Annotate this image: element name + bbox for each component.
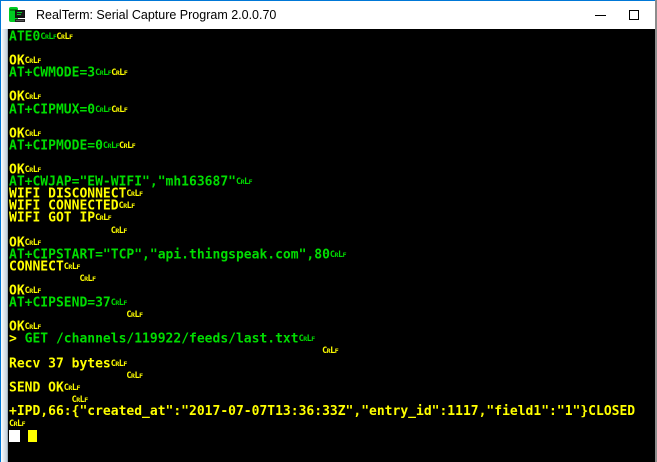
crlf-marker: CRLF <box>126 310 142 320</box>
crlf-marker: CRLF <box>111 359 127 369</box>
terminal-text: AT+CIPMUX=0 <box>9 102 95 117</box>
terminal-line: ATE0CRLFCRLF <box>9 31 655 43</box>
crlf-marker: CRLF <box>236 177 252 187</box>
minimize-icon <box>595 15 606 16</box>
crlf-marker: CRLF <box>126 371 142 381</box>
terminal-text: +IPD,66:{"created_at":"2017-07-07T13:36:… <box>9 404 635 419</box>
terminal-line <box>9 116 655 128</box>
crlf-marker: CRLF <box>79 274 95 284</box>
terminal-line: AT+CWMODE=3CRLFCRLF <box>9 67 655 79</box>
minimize-button[interactable] <box>583 3 617 27</box>
maximize-button[interactable] <box>617 3 651 27</box>
window-title: RealTerm: Serial Capture Program 2.0.0.7… <box>36 8 583 22</box>
terminal-line: +IPD,66:{"created_at":"2017-07-07T13:36:… <box>9 406 655 418</box>
terminal-line: OKCRLF <box>9 55 655 67</box>
crlf-marker: CRLF <box>64 262 80 272</box>
crlf-marker: CRLF <box>95 105 111 115</box>
terminal-text: AT+CWMODE=3 <box>9 66 95 81</box>
crlf-marker: CRLF <box>299 334 315 344</box>
crlf-marker: CRLF <box>103 141 119 151</box>
cursor-block <box>9 430 20 442</box>
terminal-line: CONNECTCRLF <box>9 261 655 273</box>
crlf-marker: CRLF <box>95 213 111 223</box>
crlf-marker: CRLF <box>25 238 41 248</box>
crlf-marker: CRLF <box>111 68 127 78</box>
crlf-marker: CRLF <box>95 68 111 78</box>
cursor-block <box>28 430 37 442</box>
terminal-line: CRLF <box>9 225 655 237</box>
terminal-line: AT+CIPMUX=0CRLFCRLF <box>9 104 655 116</box>
terminal-line <box>9 152 655 164</box>
crlf-marker: CRLF <box>119 141 135 151</box>
terminal-line <box>9 430 655 442</box>
terminal-display[interactable]: ATE0CRLFCRLFOKCRLFAT+CWMODE=3CRLFCRLFOKC… <box>1 29 655 462</box>
crlf-marker: CRLF <box>111 105 127 115</box>
crlf-marker: CRLF <box>40 32 56 42</box>
terminal-line <box>9 43 655 55</box>
scrollbar-thumb[interactable] <box>1 29 7 462</box>
terminal-text: AT+CIPMODE=0 <box>9 138 103 153</box>
crlf-marker: CRLF <box>25 129 41 139</box>
terminal-line: CRLF <box>9 370 655 382</box>
crlf-marker: CRLF <box>126 189 142 199</box>
realterm-app-icon <box>7 5 27 25</box>
crlf-marker: CRLF <box>25 92 41 102</box>
terminal-line: CRLF <box>9 273 655 285</box>
crlf-marker: CRLF <box>111 298 127 308</box>
crlf-marker: CRLF <box>111 226 127 236</box>
terminal-line: SEND OKCRLF <box>9 382 655 394</box>
crlf-marker: CRLF <box>25 165 41 175</box>
terminal-line: WIFI CONNECTEDCRLF <box>9 200 655 212</box>
terminal-line <box>9 79 655 91</box>
scrollback-scrollbar[interactable] <box>1 29 8 462</box>
crlf-marker: CRLF <box>25 322 41 332</box>
crlf-marker: CRLF <box>56 32 72 42</box>
terminal-line: AT+CIPSTART="TCP","api.thingspeak.com",8… <box>9 249 655 261</box>
window-controls <box>583 3 651 27</box>
terminal-line: OKCRLF <box>9 91 655 103</box>
maximize-icon <box>629 10 639 20</box>
terminal-line: CRLF <box>9 309 655 321</box>
crlf-marker: CRLF <box>64 383 80 393</box>
crlf-marker: CRLF <box>322 346 338 356</box>
crlf-marker: CRLF <box>330 250 346 260</box>
terminal-line: CRLF <box>9 418 655 430</box>
terminal-output: ATE0CRLFCRLFOKCRLFAT+CWMODE=3CRLFCRLFOKC… <box>9 31 655 442</box>
crlf-marker: CRLF <box>25 56 41 66</box>
terminal-line: AT+CIPMODE=0CRLFCRLF <box>9 140 655 152</box>
titlebar[interactable]: RealTerm: Serial Capture Program 2.0.0.7… <box>1 0 655 29</box>
crlf-marker: CRLF <box>25 286 41 296</box>
terminal-text: ATE0 <box>9 30 40 45</box>
realterm-window: RealTerm: Serial Capture Program 2.0.0.7… <box>0 0 657 462</box>
terminal-line: OKCRLF <box>9 128 655 140</box>
terminal-text <box>20 428 28 443</box>
crlf-marker: CRLF <box>119 201 135 211</box>
